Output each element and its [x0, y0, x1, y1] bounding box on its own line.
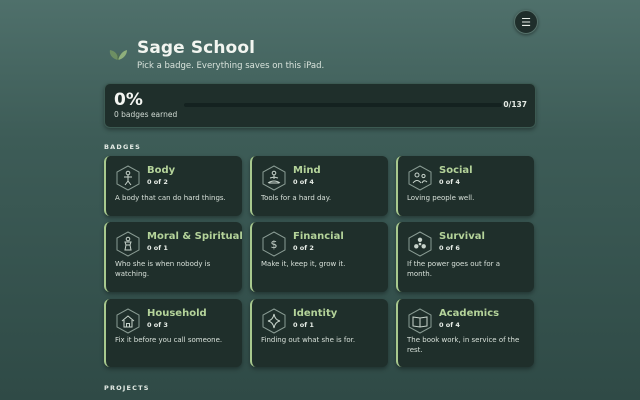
people-icon [408, 165, 432, 191]
badge-card-body[interactable]: Body 0 of 2 A body that can do hard thin… [104, 156, 242, 216]
page-title: Sage School [137, 38, 256, 58]
badge-count: 0 of 4 [293, 178, 314, 186]
hamburger-icon: ☰ [521, 15, 531, 29]
badge-count: 0 of 6 [439, 244, 460, 252]
badge-description: Finding out what she is for. [261, 336, 356, 344]
badge-card-academics[interactable]: Academics 0 of 4 The book work, in servi… [396, 299, 534, 367]
section-label-badges: BADGES [104, 143, 142, 151]
badge-card-moral-spiritual[interactable]: Moral & Spiritual 0 of 1 Who she is when… [104, 222, 243, 292]
badge-name: Body [147, 165, 176, 176]
house-icon [116, 308, 140, 334]
badge-description: Who she is when nobody is watching. [115, 260, 211, 278]
badge-card-household[interactable]: Household 0 of 3 Fix it before you call … [104, 299, 242, 367]
badge-count: 0 of 3 [147, 321, 168, 329]
badge-card-mind[interactable]: Mind 0 of 4 Tools for a hard day. [250, 156, 388, 216]
dollar-icon: $ [262, 231, 286, 257]
progress-bar [184, 103, 502, 107]
badge-count: 0 of 4 [439, 321, 460, 329]
badge-name: Household [147, 308, 207, 319]
badge-description: Fix it before you call someone. [115, 336, 223, 344]
body-icon [116, 165, 140, 191]
badge-name: Moral & Spiritual [147, 231, 243, 242]
badge-card-identity[interactable]: Identity 0 of 1 Finding out what she is … [250, 299, 388, 367]
badge-count: 0 of 2 [293, 244, 314, 252]
book-icon [408, 308, 432, 334]
badge-count: 0 of 2 [147, 178, 168, 186]
badge-count: 0 of 4 [439, 178, 460, 186]
badge-name: Academics [439, 308, 500, 319]
badge-count: 0 of 1 [293, 321, 314, 329]
badge-card-financial[interactable]: $ Financial 0 of 2 Make it, keep it, gro… [250, 222, 388, 292]
badge-description: If the power goes out for a month. [407, 260, 501, 278]
badge-name: Financial [293, 231, 344, 242]
section-label-projects: PROJECTS [104, 384, 150, 392]
meditation-icon [262, 165, 286, 191]
badge-card-social[interactable]: Social 0 of 4 Loving people well. [396, 156, 534, 216]
progress-card: 0% 0 badges earned 0/137 [104, 83, 536, 128]
progress-total: 0/137 [503, 100, 527, 109]
progress-percent: 0% [114, 90, 143, 110]
sage-leaf-icon [109, 50, 127, 60]
svg-text:$: $ [271, 238, 278, 251]
badge-count: 0 of 1 [147, 244, 168, 252]
radiation-icon [408, 231, 432, 257]
page-subtitle: Pick a badge. Everything saves on this i… [137, 61, 325, 71]
badge-name: Survival [439, 231, 485, 242]
sparkle-icon [262, 308, 286, 334]
badge-name: Social [439, 165, 473, 176]
badge-card-survival[interactable]: Survival 0 of 6 If the power goes out fo… [396, 222, 534, 292]
spiritual-icon [116, 231, 140, 257]
badge-description: Loving people well. [407, 194, 475, 202]
badge-name: Identity [293, 308, 338, 319]
badge-description: The book work, in service of the rest. [407, 336, 520, 354]
badge-name: Mind [293, 165, 321, 176]
badge-description: A body that can do hard things. [115, 194, 226, 202]
badge-description: Tools for a hard day. [261, 194, 332, 202]
badge-description: Make it, keep it, grow it. [261, 260, 346, 268]
menu-button[interactable]: ☰ [514, 10, 538, 34]
badges-earned-label: 0 badges earned [114, 110, 178, 119]
